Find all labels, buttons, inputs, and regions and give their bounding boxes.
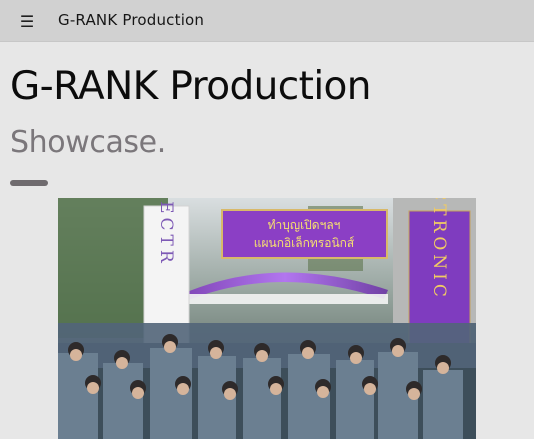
- white-banner-text: ELECTR: [156, 198, 176, 267]
- photo-illustration: ทำบุญเปิดฯลฯ แผนกอิเล็กทรอนิกส์ ELECTR E…: [58, 198, 476, 439]
- hamburger-menu-icon[interactable]: ☰: [14, 9, 40, 33]
- top-app-bar: ☰ G-RANK Production: [0, 0, 534, 42]
- students-group: [58, 323, 476, 439]
- tent-trim: [176, 294, 388, 304]
- brand-title[interactable]: G-RANK Production: [58, 11, 204, 29]
- showcase-photo: ทำบุญเปิดฯลฯ แผนกอิเล็กทรอนิกส์ ELECTR E…: [58, 198, 476, 439]
- top-sign-text: ทำบุญเปิดฯลฯ: [268, 218, 341, 233]
- page-title: G-RANK Production: [10, 64, 372, 109]
- top-sign-text-line2: แผนกอิเล็กทรอนิกส์: [254, 235, 355, 250]
- section-subtitle: Showcase.: [10, 125, 166, 160]
- purple-banner-text: ELECTRONIC: [429, 198, 449, 301]
- page: ☰ G-RANK Production G-RANK Production Sh…: [0, 0, 534, 439]
- title-divider: [10, 180, 48, 186]
